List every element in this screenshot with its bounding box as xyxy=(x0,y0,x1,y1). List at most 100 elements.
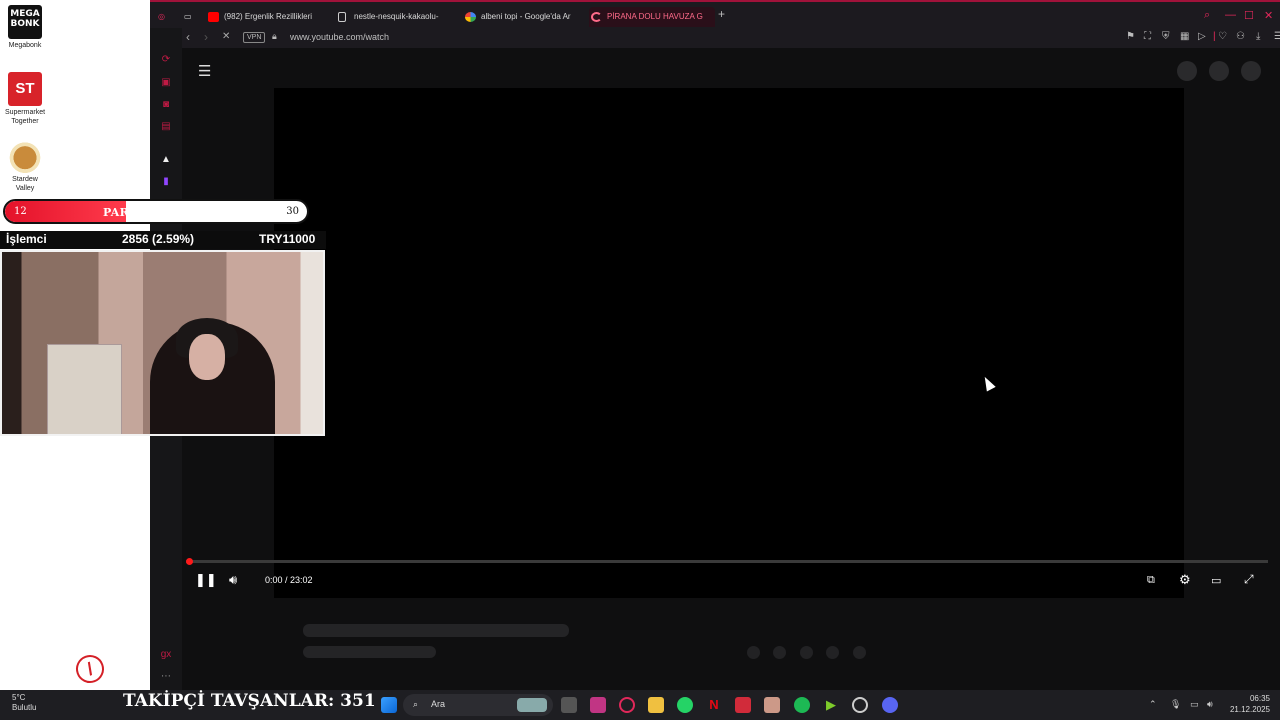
tab-pirana-active[interactable]: PİRANA DOLU HAVUZA G xyxy=(589,7,715,27)
screenshot-icon[interactable]: ⛶ xyxy=(1144,31,1151,42)
search-highlight-icon xyxy=(517,698,547,712)
taskbar: 5°C Bulutlu TAKİPÇİ TAVŞANLAR: 351 ⌕ Ara… xyxy=(0,690,1280,720)
lock-icon[interactable]: 🔒︎ xyxy=(272,31,277,42)
url-field[interactable]: www.youtube.com/watch xyxy=(290,32,389,42)
tab-overview-icon[interactable]: ▭ xyxy=(184,7,198,27)
weather-widget[interactable]: 5°C Bulutlu xyxy=(12,693,36,713)
back-button[interactable]: ‹ xyxy=(186,30,190,44)
microphone-icon[interactable]: 🎙︎ xyxy=(1170,699,1181,710)
settings-gear-icon[interactable]: ⚙ xyxy=(1179,572,1191,588)
opera-menu-icon[interactable]: ◎ xyxy=(158,7,170,27)
tab-nestle[interactable]: nestle-nesquik-kakaolu- xyxy=(336,7,454,27)
title-skeleton xyxy=(303,624,569,637)
desktop-icon-label: Stardew Valley xyxy=(12,176,38,192)
video-player[interactable] xyxy=(274,88,1184,598)
messenger-icon[interactable]: ▤ xyxy=(159,120,173,134)
tab-label: PİRANA DOLU HAVUZA G xyxy=(607,12,703,21)
youtube-page: ☰ ❚❚ 🔊︎ 0:00 / 23:02 ⧉ ⚙ ▭ ⤢ xyxy=(182,48,1280,690)
tab-label: albeni topi - Google'da Ar xyxy=(481,12,571,21)
player-icon[interactable]: ▷ xyxy=(1198,31,1206,42)
tv-icon[interactable]: ◙ xyxy=(159,98,173,112)
extensions-icon[interactable]: ▦ xyxy=(1180,31,1189,42)
placeholder-circle xyxy=(1209,61,1229,81)
search-icon: ⌕ xyxy=(413,699,419,709)
search-tabs-icon[interactable]: ⌕ xyxy=(1204,9,1210,22)
bookmark-icon[interactable]: ⚑ xyxy=(1126,31,1135,42)
spotify-icon[interactable] xyxy=(794,697,810,713)
store-icon[interactable]: ▣ xyxy=(159,76,173,90)
vpn-badge[interactable]: VPN xyxy=(243,32,266,43)
dresser xyxy=(47,344,122,434)
loading-icon xyxy=(591,12,602,22)
clock-time: 06:35 xyxy=(1249,694,1270,703)
stat-value: 2856 (2.59%) xyxy=(122,232,195,246)
photos-icon[interactable] xyxy=(764,697,780,713)
netflix-icon[interactable]: N xyxy=(706,697,722,713)
megabonk-icon: MEGA BONK xyxy=(8,5,42,39)
streamer-face xyxy=(189,334,225,380)
pause-button[interactable]: ❚❚ xyxy=(195,572,217,588)
placeholder-circle xyxy=(1241,61,1261,81)
more-icon[interactable]: ⋯ xyxy=(159,670,173,684)
menu-icon[interactable]: ☰ xyxy=(198,62,211,80)
desktop-icon-label: Supermarket Together xyxy=(4,109,46,125)
stop-loading-button[interactable]: ✕ xyxy=(222,31,230,42)
stat-money: TRY11000 xyxy=(259,232,316,246)
video-progress-bar[interactable] xyxy=(186,558,1268,565)
page-icon xyxy=(338,12,346,22)
maximize-button[interactable]: ☐ xyxy=(1244,9,1254,22)
arrow-icon[interactable]: ▲ xyxy=(159,153,173,167)
supermarket-together-shortcut[interactable]: ST Supermarket Together xyxy=(2,72,48,126)
volume-icon[interactable]: 🔊︎ xyxy=(229,572,237,588)
taskbar-search[interactable]: ⌕ Ara xyxy=(403,694,553,716)
windows-start-icon[interactable] xyxy=(381,697,397,713)
steam-icon[interactable] xyxy=(852,697,868,713)
task-view-icon[interactable] xyxy=(561,697,577,713)
download-icon[interactable]: ⤓ xyxy=(1256,31,1260,42)
new-tab-button[interactable]: + xyxy=(718,7,725,21)
placeholder-circle xyxy=(1177,61,1197,81)
action-skeleton xyxy=(747,646,760,659)
play-icon[interactable]: ▶ xyxy=(823,697,839,713)
fullscreen-icon[interactable]: ⤢ xyxy=(1244,572,1254,587)
network-icon[interactable]: ▭ xyxy=(1190,699,1199,710)
screen: MEGA BONK Megabonk ST Supermarket Togeth… xyxy=(0,0,1280,720)
app-icon[interactable] xyxy=(735,697,751,713)
forward-button[interactable]: › xyxy=(204,30,208,44)
opera-gx-logo-icon: / xyxy=(72,651,108,687)
stardew-valley-shortcut[interactable]: Stardew Valley xyxy=(2,139,48,193)
follower-overlay: TAKİPÇİ TAVŞANLAR: 351 xyxy=(123,691,376,711)
supermarket-together-icon: ST xyxy=(8,72,42,106)
tab-bar: ◎ ▭ (982) Ergenlik Rezillikleri nestle-n… xyxy=(150,0,1280,28)
tray-expand-icon[interactable]: ⌃ xyxy=(1149,699,1157,710)
close-button[interactable]: ✕ xyxy=(1264,9,1273,22)
instagram-icon[interactable] xyxy=(590,697,606,713)
twitch-icon[interactable]: ▮ xyxy=(159,175,173,189)
whatsapp-icon[interactable] xyxy=(677,697,693,713)
reload-icon[interactable]: ⟳ xyxy=(159,53,173,67)
tab-google[interactable]: albeni topi - Google'da Ar xyxy=(463,7,581,27)
minimize-button[interactable]: — xyxy=(1225,9,1236,21)
speaker-icon[interactable]: 🔊︎ xyxy=(1207,699,1213,710)
gx-icon[interactable]: gx xyxy=(159,648,173,662)
action-skeleton xyxy=(826,646,839,659)
profile-icon[interactable]: ⚇ xyxy=(1236,31,1245,42)
shield-icon[interactable]: ⛨ xyxy=(1162,31,1170,42)
search-placeholder: Ara xyxy=(431,699,446,709)
heart-icon[interactable]: ♡ xyxy=(1218,31,1227,42)
goal-title: PARALI TAVŞANLAR xyxy=(103,206,234,219)
progress-scrubber[interactable] xyxy=(186,558,193,565)
goal-current: 12 xyxy=(14,206,27,217)
stardew-valley-icon xyxy=(8,139,42,173)
file-explorer-icon[interactable] xyxy=(648,697,664,713)
discord-icon[interactable] xyxy=(882,697,898,713)
tab-youtube[interactable]: (982) Ergenlik Rezillikleri xyxy=(206,7,326,27)
taskbar-clock[interactable]: 06:35 21.12.2025 xyxy=(1228,693,1270,715)
subtitles-icon[interactable]: ⧉ xyxy=(1147,574,1155,587)
opera-gx-taskbar-icon[interactable] xyxy=(619,697,635,713)
easy-setup-icon[interactable]: ☰ xyxy=(1274,31,1280,42)
megabonk-shortcut[interactable]: MEGA BONK Megabonk xyxy=(2,5,48,50)
desktop-icon-label: Megabonk xyxy=(8,42,42,49)
weather-text: Bulutlu xyxy=(12,703,37,712)
theater-mode-icon[interactable]: ▭ xyxy=(1211,574,1221,587)
